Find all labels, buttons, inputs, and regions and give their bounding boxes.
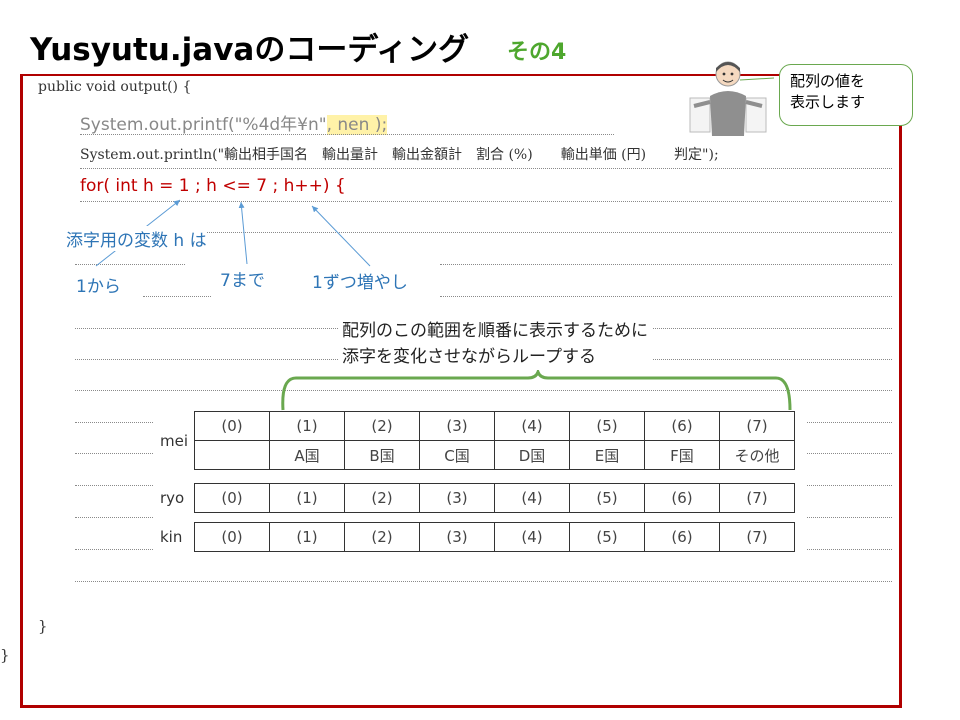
closing-brace-class: } <box>0 646 10 664</box>
array-index-cell: (2) <box>344 522 420 552</box>
array-label-ryo: ryo <box>160 489 185 507</box>
arrow-to-increment <box>311 205 371 267</box>
closing-brace-method: } <box>38 617 48 635</box>
array-index-cell: (6) <box>644 411 720 441</box>
array-index-cell: (3) <box>419 483 495 513</box>
callout-line-2: 添字を変化させながらループする <box>342 347 596 367</box>
array-value-cell <box>194 440 270 470</box>
callout-line-1: 配列のこの範囲を順番に表示するために <box>342 321 648 341</box>
array-index-cell: (6) <box>644 522 720 552</box>
annotation-from: 1から <box>76 277 121 297</box>
array-index-cell: (3) <box>419 522 495 552</box>
array-index-cell: (7) <box>719 522 795 552</box>
array-index-cell: (4) <box>494 483 570 513</box>
array-index-cell: (4) <box>494 411 570 441</box>
range-brace <box>281 367 792 411</box>
annotation-to: 7まで <box>220 266 265 291</box>
array-index-cell: (6) <box>644 483 720 513</box>
array-index-cell: (5) <box>569 522 645 552</box>
array-index-cell: (5) <box>569 483 645 513</box>
array-ryo: (0) (1) (2) (3) (4) (5) (6) (7) <box>194 483 795 513</box>
annotation-step: 1ずつ増やし <box>312 273 408 293</box>
array-index-cell: (0) <box>194 483 270 513</box>
annotation-subscript-var: 添字用の変数 h は <box>66 226 207 251</box>
array-index-cell: (1) <box>269 411 345 441</box>
array-index-cell: (1) <box>269 522 345 552</box>
arrow-to-condition <box>238 201 248 265</box>
array-index-cell: (2) <box>344 483 420 513</box>
array-label-kin: kin <box>160 528 183 546</box>
array-index-cell: (2) <box>344 411 420 441</box>
range-callout: 配列のこの範囲を順番に表示するために 添字を変化させながらループする <box>338 318 652 370</box>
array-value-cell: A国 <box>269 440 345 470</box>
array-value-cell: E国 <box>569 440 645 470</box>
array-index-cell: (3) <box>419 411 495 441</box>
array-mei: (0) (1) (2) (3) (4) (5) (6) (7) A国 B国 C国 D国 E国 F国 その他 <box>194 411 795 470</box>
array-value-cell: その他 <box>719 440 795 470</box>
array-index-cell: (4) <box>494 522 570 552</box>
array-index-cell: (7) <box>719 483 795 513</box>
array-index-cell: (1) <box>269 483 345 513</box>
array-value-cell: D国 <box>494 440 570 470</box>
array-value-cell: C国 <box>419 440 495 470</box>
array-label-mei: mei <box>160 432 189 450</box>
array-index-cell: (7) <box>719 411 795 441</box>
array-value-cell: B国 <box>344 440 420 470</box>
array-kin: (0) (1) (2) (3) (4) (5) (6) (7) <box>194 522 795 552</box>
array-index-cell: (0) <box>194 522 270 552</box>
array-value-cell: F国 <box>644 440 720 470</box>
array-index-cell: (5) <box>569 411 645 441</box>
array-index-cell: (0) <box>194 411 270 441</box>
